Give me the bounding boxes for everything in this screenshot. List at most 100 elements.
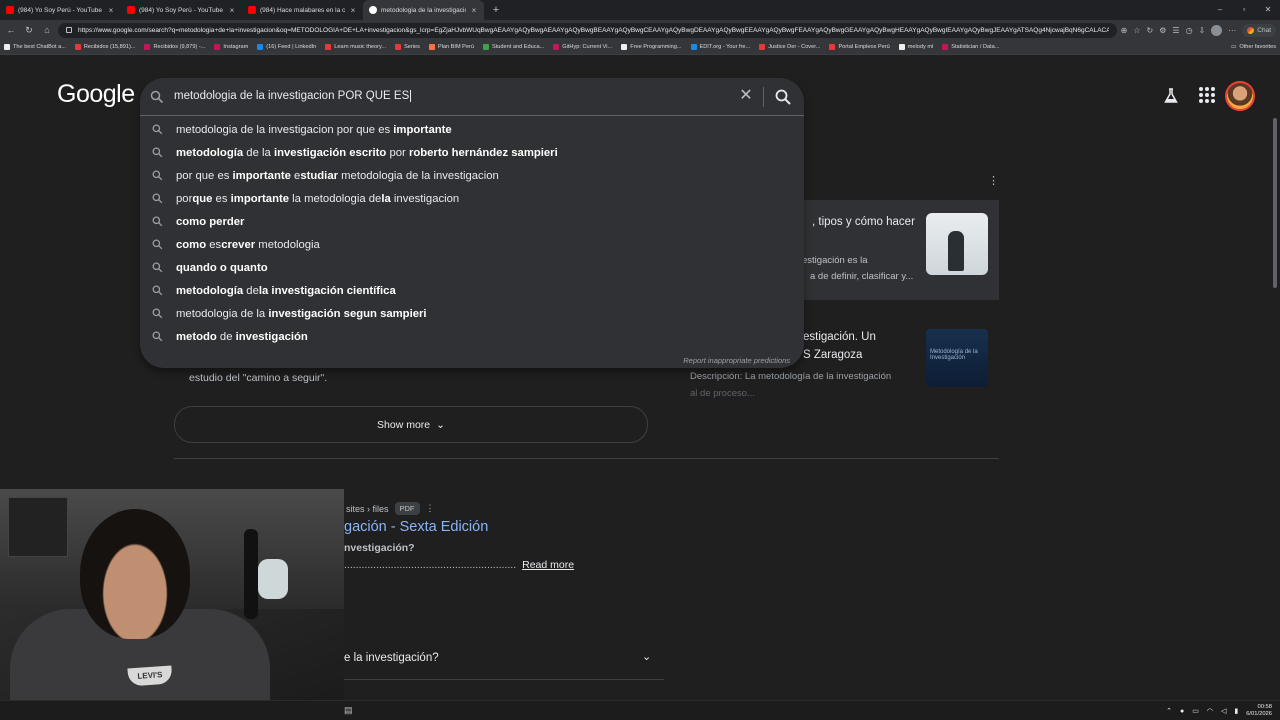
bookmark-item[interactable]: Recibidos (9,879) -... — [144, 44, 205, 50]
bookmark-item[interactable]: Justice Der - Cover... — [759, 44, 820, 50]
close-tab-icon[interactable]: × — [349, 6, 357, 15]
downloads-icon[interactable]: ⇩ — [1199, 26, 1206, 35]
close-tab-icon[interactable]: × — [470, 6, 478, 15]
more-menu-icon[interactable]: ⋯ — [1228, 26, 1236, 35]
more-options-icon[interactable]: ⋮ — [426, 503, 435, 514]
other-favorites[interactable]: ▭ Other favorites — [1231, 44, 1276, 50]
suggestion-bold-part: importante — [232, 169, 291, 182]
home-icon[interactable]: ⌂ — [40, 25, 54, 35]
scrollbar-thumb[interactable] — [1273, 118, 1277, 288]
bookmark-item[interactable]: Series — [395, 44, 420, 50]
chevron-up-icon[interactable]: ⌃ — [1166, 707, 1172, 715]
report-predictions-link[interactable]: Report inappropriate predictions — [683, 356, 790, 365]
google-logo[interactable]: Google — [57, 80, 135, 109]
show-more-button[interactable]: Show more ⌄ — [174, 406, 648, 443]
wifi-icon[interactable]: ◠ — [1207, 707, 1213, 715]
battery-icon[interactable]: ▮ — [1234, 707, 1238, 715]
bookmark-item[interactable]: Plan BIM Perú — [428, 44, 474, 50]
chevron-down-icon[interactable]: ⌄ — [642, 650, 651, 663]
search-submit-icon[interactable] — [774, 88, 792, 106]
bookmark-favicon-icon — [553, 44, 560, 50]
more-options-icon[interactable]: ⋮ — [988, 174, 999, 187]
bookmark-item[interactable]: (16) Feed | LinkedIn — [257, 44, 316, 50]
reload-icon[interactable]: ↻ — [22, 25, 36, 36]
maximize-button[interactable]: ▫ — [1232, 0, 1256, 20]
search-input[interactable]: metodologia de la investigacion POR QUE … — [174, 90, 734, 102]
display-icon[interactable]: ▭ — [1192, 707, 1199, 715]
refresh-icon[interactable]: ↻ — [1147, 26, 1154, 35]
browser-tab[interactable]: (984) Hace malabares en la ca × — [242, 0, 363, 20]
bookmark-item[interactable]: The best ChatBot a... — [4, 44, 66, 50]
search-suggestion[interactable]: porque es importante la metodologia dela… — [140, 187, 804, 210]
taskbar-app-icon[interactable]: ▤ — [344, 705, 353, 716]
card-subtitle[interactable]: S Zaragoza — [803, 349, 862, 361]
bookmark-item[interactable]: melody ml — [898, 44, 933, 50]
favorite-star-icon[interactable]: ☆ — [1133, 26, 1140, 35]
profile-avatar[interactable] — [1211, 24, 1223, 36]
site-info-icon[interactable] — [66, 27, 72, 33]
browser-tab[interactable]: (984) Yo Soy Perú - YouTube × — [0, 0, 121, 20]
bookmark-item[interactable]: Portal Empleos Perú — [829, 44, 890, 50]
card-title[interactable]: estigación. Un — [803, 331, 876, 343]
close-tab-icon[interactable]: × — [107, 6, 115, 15]
search-suggestion[interactable]: metodologia de la investigacion por que … — [140, 118, 804, 141]
suggestion-bold-part: metodología — [176, 146, 244, 159]
suggestion-part: de — [216, 330, 236, 343]
search-suggestion[interactable]: metodología de la investigación escrito … — [140, 141, 804, 164]
close-tab-icon[interactable]: × — [228, 6, 236, 15]
google-apps-icon[interactable] — [1199, 87, 1215, 103]
search-box[interactable]: metodologia de la investigacion POR QUE … — [140, 78, 804, 116]
address-bar[interactable]: https://www.google.com/search?q=metodolo… — [58, 22, 1117, 38]
search-suggestion[interactable]: metodología dela investigación científic… — [140, 279, 804, 302]
browser-tab[interactable]: (984) Yo Soy Perú - YouTube × — [121, 0, 242, 20]
bookmark-item[interactable]: GitHyp: Current Vi... — [553, 44, 612, 50]
suggestion-part: por — [176, 192, 193, 205]
search-suggestion[interactable]: quando o quanto — [140, 256, 804, 279]
bookmark-item[interactable]: Instagram — [214, 44, 248, 50]
search-suggestion[interactable]: metodo de investigación — [140, 325, 804, 348]
suggestion-bold-part: como — [176, 238, 207, 251]
bookmark-item[interactable]: Recibidos (15,891)... — [74, 44, 135, 50]
zoom-icon[interactable]: ⊕ — [1121, 26, 1128, 35]
divider — [763, 87, 764, 107]
suggestion-list: metodologia de la investigacion por que … — [140, 118, 804, 348]
snippet-text: estudio del "camino a seguir". — [189, 372, 328, 384]
people-also-ask-question[interactable]: e la investigación? — [344, 652, 439, 664]
close-window-button[interactable]: ✕ — [1256, 0, 1280, 20]
suggestion-part: e — [290, 169, 301, 182]
card-thumbnail[interactable] — [926, 213, 988, 275]
chat-button[interactable]: Chat — [1242, 23, 1276, 37]
folder-icon: ▭ — [1231, 44, 1237, 50]
bookmark-item[interactable]: Learn music theory... — [325, 44, 386, 50]
search-suggestion[interactable]: como escrever metodologia — [140, 233, 804, 256]
volume-icon[interactable]: ◁ — [1221, 707, 1226, 715]
search-suggestion[interactable]: como perder — [140, 210, 804, 233]
back-icon[interactable]: ← — [4, 25, 18, 35]
search-suggestion[interactable]: por que es importante estudiar metodolog… — [140, 164, 804, 187]
bookmark-item[interactable]: Statistician / Data... — [942, 44, 999, 50]
microphone-icon[interactable]: ● — [1180, 708, 1184, 715]
labs-flask-icon[interactable] — [1163, 88, 1179, 104]
browser-tab[interactable]: metodologia de la investigacion × — [363, 0, 484, 20]
clock[interactable]: 00:58 6/01/2026 — [1246, 704, 1272, 718]
search-suggestion[interactable]: metodologia de la investigación segun sa… — [140, 302, 804, 325]
minimize-button[interactable]: – — [1208, 0, 1232, 20]
new-tab-button[interactable]: + — [488, 4, 504, 16]
suggestion-part: metodologia de la investigacion — [338, 169, 499, 182]
url-text[interactable]: https://www.google.com/search?q=metodolo… — [78, 27, 1109, 34]
card-thumbnail[interactable]: Metodología de la Investigación — [926, 329, 988, 387]
bookmark-favicon-icon — [690, 44, 697, 50]
bookmark-item[interactable]: Free Programming... — [621, 44, 682, 50]
account-avatar[interactable] — [1225, 81, 1255, 111]
result-breadcrumb[interactable]: sites › files PDF ⋮ — [346, 502, 435, 515]
bookmark-item[interactable]: Student and Educa... — [483, 44, 544, 50]
favorites-icon[interactable]: ☰ — [1172, 26, 1179, 35]
clear-icon[interactable]: ✕ — [738, 88, 754, 104]
bookmark-item[interactable]: EDIT.org - Your fre... — [690, 44, 750, 50]
page-scrollbar[interactable] — [1272, 114, 1278, 720]
card-title[interactable]: , tipos y cómo hacer — [812, 216, 915, 228]
extensions-icon[interactable]: ⚙ — [1159, 26, 1166, 35]
history-icon[interactable]: ◷ — [1186, 26, 1193, 35]
result-title-link[interactable]: gación - Sexta Edición — [344, 519, 488, 535]
read-more-link[interactable]: Read more — [522, 559, 574, 571]
